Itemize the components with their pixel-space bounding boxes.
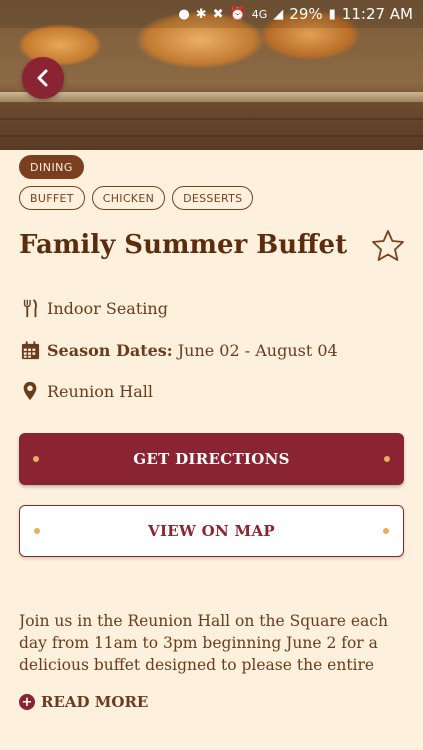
calendar-icon	[19, 339, 41, 361]
map-pin-icon	[19, 380, 41, 402]
view-on-map-button[interactable]: VIEW ON MAP	[19, 505, 404, 557]
button-dot	[34, 528, 40, 534]
back-button[interactable]	[22, 57, 64, 99]
plus-circle-icon: +	[19, 694, 35, 710]
tag-desserts[interactable]: DESSERTS	[172, 186, 254, 210]
bluetooth-status-icon: ✱	[195, 6, 207, 22]
battery-percent: 29%	[289, 5, 323, 23]
back-arrow-icon	[37, 69, 48, 87]
clock: 11:27 AM	[341, 5, 413, 23]
season-dates-row: Season Dates: June 02 - August 04	[19, 339, 338, 361]
tag-chicken[interactable]: CHICKEN	[91, 186, 166, 210]
location-row: Reunion Hall	[19, 380, 153, 402]
hero-wood-line	[0, 118, 423, 120]
read-more-link[interactable]: + READ MORE	[19, 693, 148, 711]
favorite-star-icon[interactable]	[370, 228, 406, 264]
network-label: 4G	[251, 7, 268, 21]
alarm-status-icon: ⏰	[229, 6, 246, 22]
seating-row: Indoor Seating	[19, 297, 168, 319]
location-label: Reunion Hall	[47, 381, 153, 401]
button-dot	[384, 456, 390, 462]
category-badge: DINING	[19, 155, 84, 179]
battery-icon: ▮	[328, 6, 336, 22]
get-directions-label: GET DIRECTIONS	[133, 450, 290, 468]
tag-buffet[interactable]: BUFFET	[19, 186, 85, 210]
page-title: Family Summer Buffet	[19, 230, 348, 260]
read-more-label: READ MORE	[41, 693, 149, 711]
signal-status-icon: ◢	[273, 6, 284, 22]
tag-list: BUFFET CHICKEN DESSERTS	[19, 186, 254, 210]
seating-label: Indoor Seating	[47, 298, 168, 318]
hero-wood-line	[0, 135, 423, 137]
season-dates-label: Season Dates:	[47, 340, 173, 360]
season-dates-value: June 02 - August 04	[177, 340, 338, 360]
mute-status-icon: ✖	[212, 6, 224, 22]
button-dot	[383, 528, 389, 534]
view-on-map-label: VIEW ON MAP	[148, 522, 275, 540]
utensils-icon	[19, 297, 41, 319]
button-dot	[33, 456, 39, 462]
event-description: Join us in the Reunion Hall on the Squar…	[19, 612, 388, 674]
hero-plate-edge	[0, 92, 423, 102]
location-status-icon: ●	[178, 6, 190, 22]
status-bar: ● ✱ ✖ ⏰ 4G ◢ 29% ▮ 11:27 AM	[0, 0, 423, 28]
get-directions-button[interactable]: GET DIRECTIONS	[19, 433, 404, 485]
